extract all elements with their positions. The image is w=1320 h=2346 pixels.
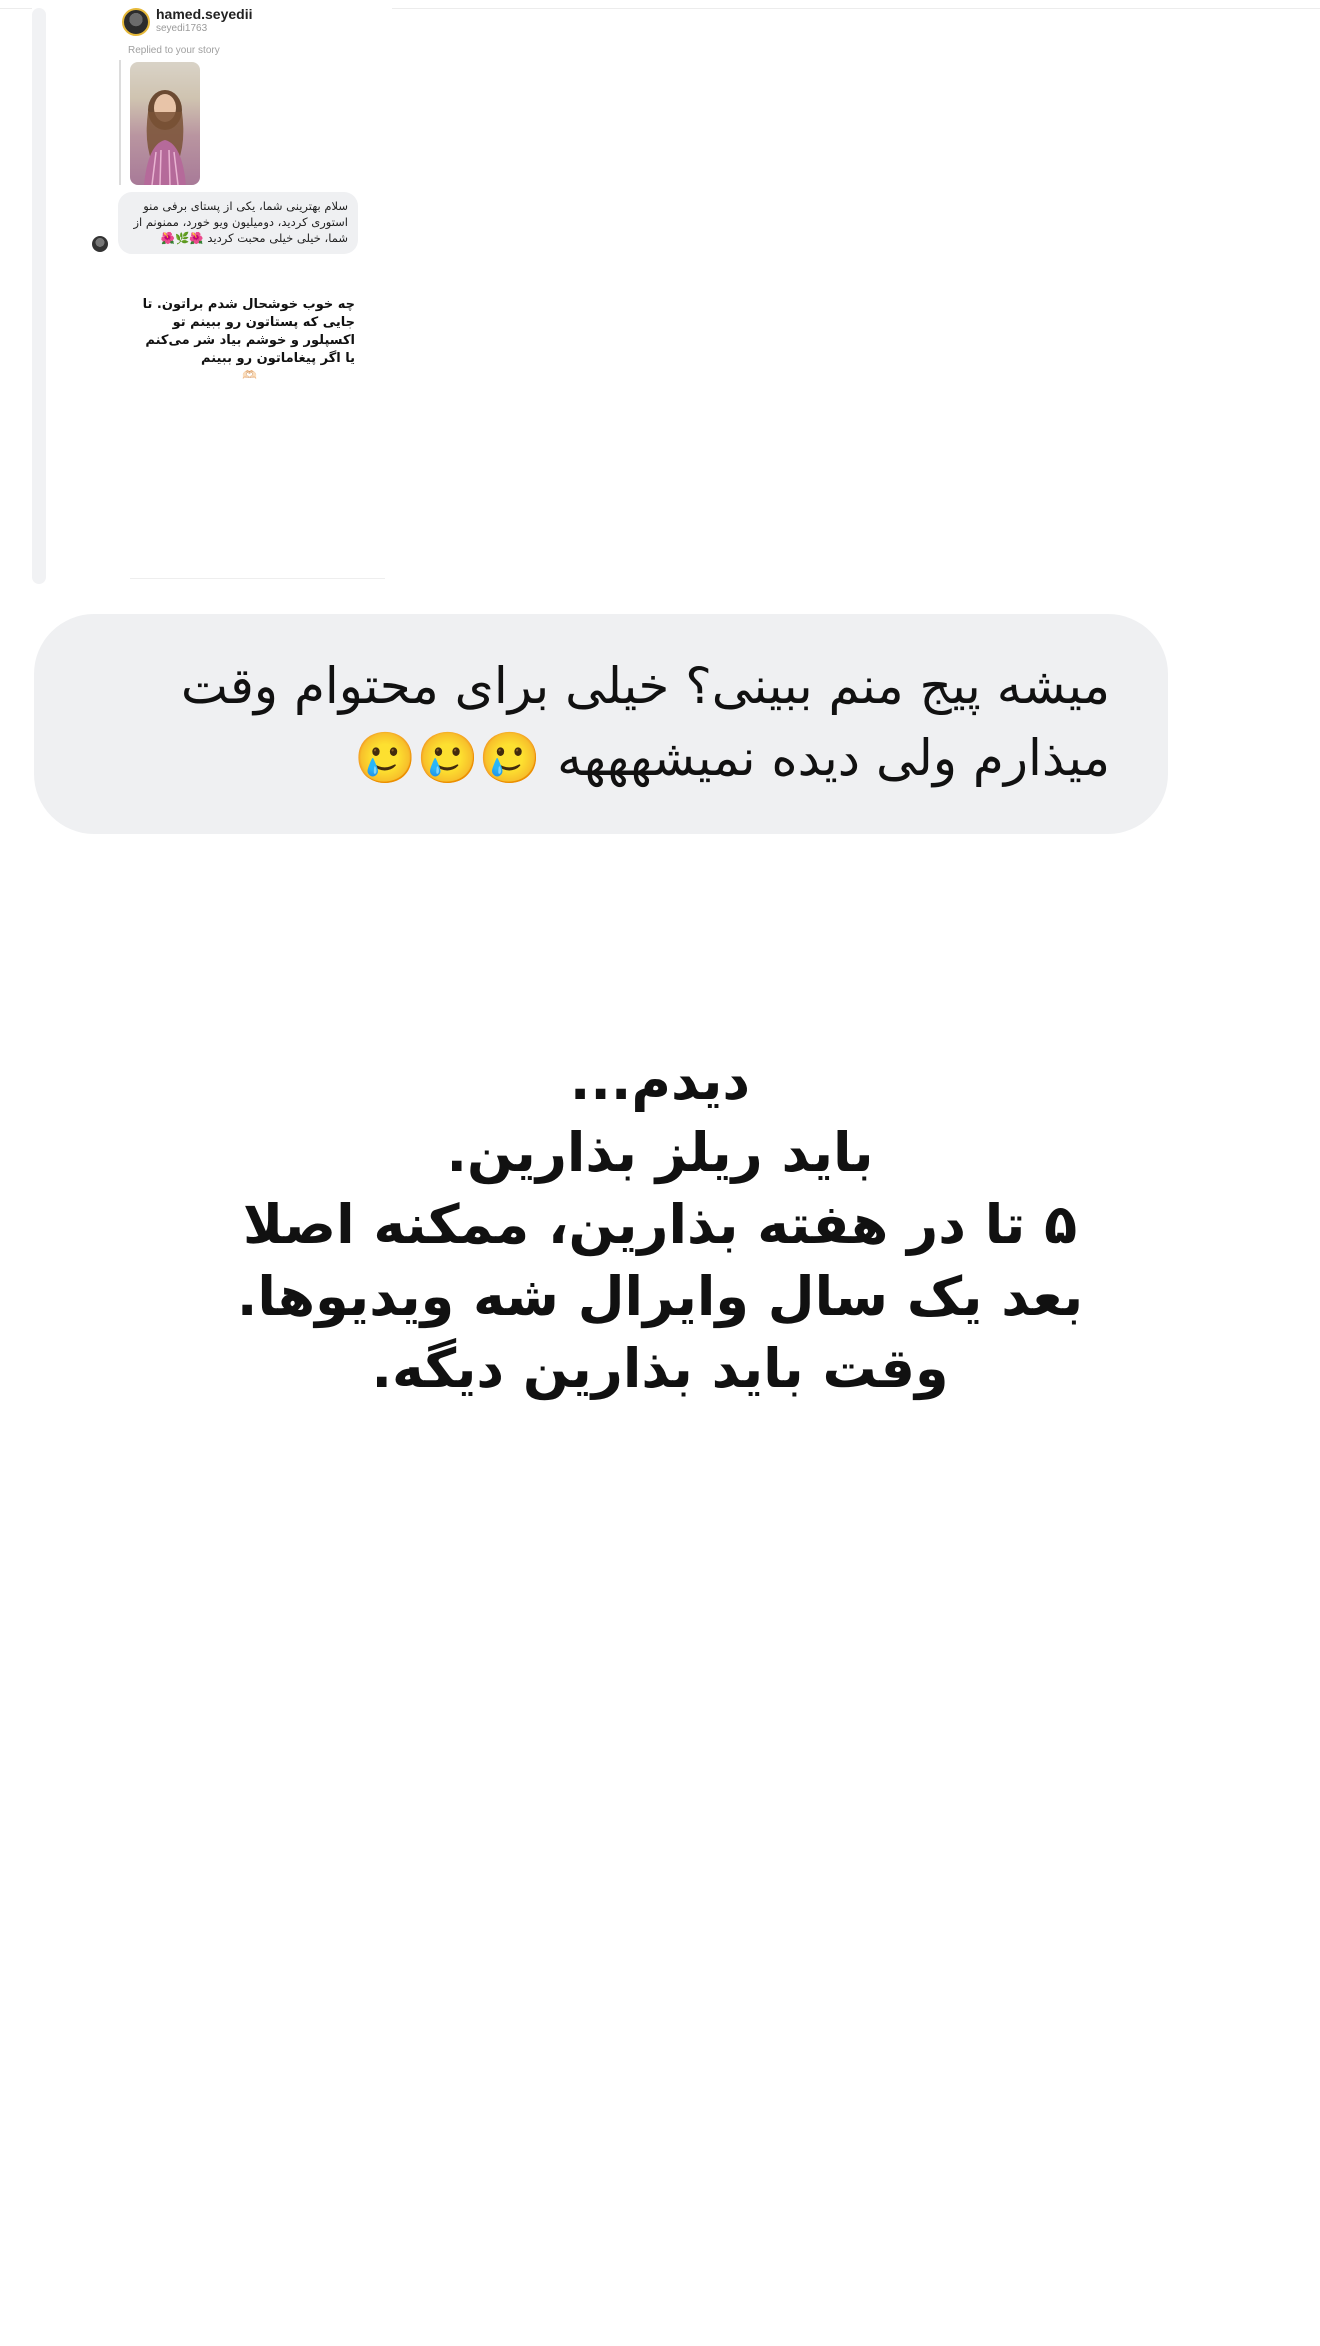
screenshot-edge-bar bbox=[32, 8, 46, 584]
story-thumbnail bbox=[130, 62, 200, 185]
reply-caption: دیدم... باید ریلز بذارین. ۵ تا در هفته ب… bbox=[160, 1045, 1160, 1405]
screenshot-bottom-divider bbox=[130, 578, 385, 579]
story-reply-emoji: 🫶🏻 bbox=[242, 368, 257, 382]
profile-avatar bbox=[122, 8, 150, 36]
story-reply-text: چه خوب خوشحال شدم براتون. تا جایی که پست… bbox=[142, 297, 355, 366]
story-message-bubble: سلام بهترینی شما، یکی از پستای برفی منو … bbox=[118, 192, 358, 254]
reply-line: بعد یک سال وایرال شه ویدیوها. bbox=[236, 1265, 1084, 1328]
sender-avatar bbox=[92, 236, 108, 252]
story-portrait-image bbox=[144, 90, 186, 185]
reply-line: دیدم... bbox=[569, 1049, 751, 1112]
profile-name: hamed.seyedii bbox=[156, 6, 253, 22]
story-reply-line bbox=[119, 60, 121, 185]
message-bubble-text: میشه پیج منم ببینی؟ خیلی برای محتوام وقت… bbox=[180, 657, 1110, 787]
replied-to-story-label: Replied to your story bbox=[128, 45, 220, 56]
reply-line: ۵ تا در هفته بذارین، ممکنه اصلا bbox=[242, 1193, 1078, 1256]
reply-line: وقت باید بذارین دیگه. bbox=[371, 1337, 949, 1400]
embedded-screenshot bbox=[32, 0, 392, 585]
reply-line: باید ریلز بذارین. bbox=[446, 1121, 874, 1184]
profile-handle: seyedi1763 bbox=[156, 23, 208, 34]
